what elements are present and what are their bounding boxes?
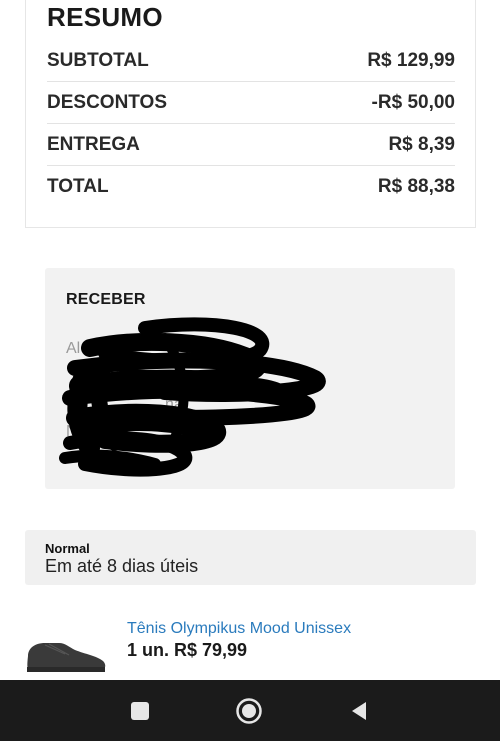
delivery-value: R$ 8,39 xyxy=(388,133,455,155)
shipping-option: Normal Em até 8 dias úteis xyxy=(25,530,476,585)
circle-home-icon xyxy=(236,698,262,724)
recents-button[interactable] xyxy=(125,696,155,726)
home-button[interactable] xyxy=(234,696,264,726)
back-button[interactable] xyxy=(344,696,374,726)
subtotal-value: R$ 129,99 xyxy=(367,49,455,71)
product-quantity-price: 1 un. R$ 79,99 xyxy=(127,640,248,660)
product-name-link[interactable]: Tênis Olympikus Mood Unissex xyxy=(127,620,351,638)
delivery-label: ENTREGA xyxy=(47,133,140,155)
summary-title: RESUMO xyxy=(47,2,163,32)
discounts-value: -R$ 50,00 xyxy=(371,91,455,113)
subtotal-label: SUBTOTAL xyxy=(47,49,149,71)
android-navigation-bar xyxy=(0,680,500,741)
triangle-back-icon xyxy=(352,702,366,720)
sneaker-icon xyxy=(27,643,106,672)
discounts-row: DESCONTOS -R$ 50,00 xyxy=(47,82,455,124)
total-value: R$ 88,38 xyxy=(377,176,455,197)
shipping-type: Normal xyxy=(45,541,90,556)
total-label: TOTAL xyxy=(47,176,109,197)
delivery-row: ENTREGA R$ 8,39 xyxy=(47,124,455,166)
subtotal-row: SUBTOTAL R$ 129,99 xyxy=(47,40,455,82)
square-icon xyxy=(131,702,149,720)
delivery-address-card: RECEBER Al na Na xyxy=(45,268,455,489)
product-item: Tênis Olympikus Mood Unissex 1 un. R$ 79… xyxy=(25,612,476,680)
redaction-scribble xyxy=(59,317,326,477)
order-summary-card: RESUMO SUBTOTAL R$ 129,99 DESCONTOS -R$ … xyxy=(25,0,476,228)
shipping-estimate: Em até 8 dias úteis xyxy=(45,556,199,576)
discounts-label: DESCONTOS xyxy=(47,91,168,113)
total-row: TOTAL R$ 88,38 xyxy=(47,166,455,208)
